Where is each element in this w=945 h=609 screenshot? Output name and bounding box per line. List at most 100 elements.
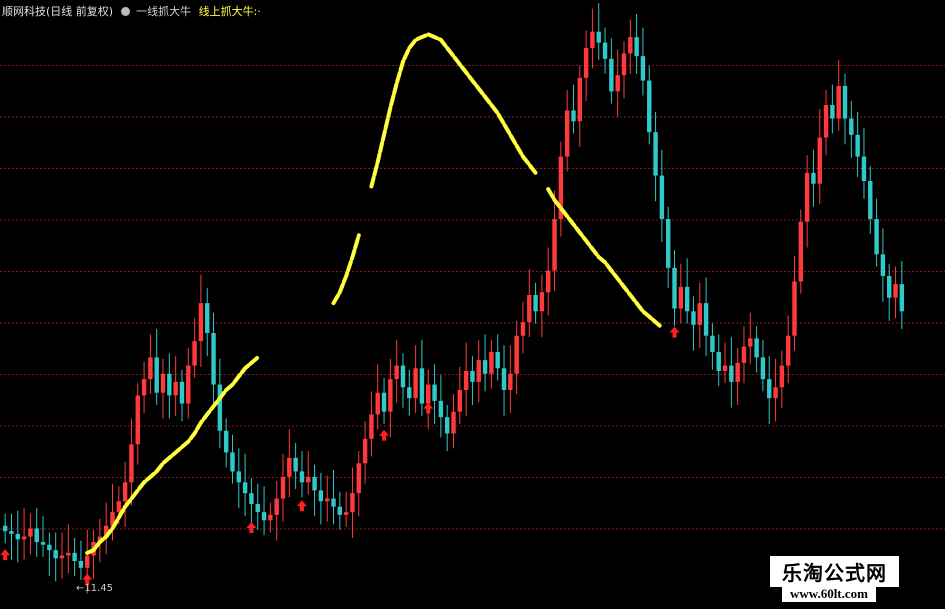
candle-body bbox=[590, 31, 595, 48]
candle-body bbox=[116, 501, 122, 513]
buy-arrow-icon bbox=[669, 326, 680, 338]
candle-body bbox=[552, 219, 557, 271]
candle-body bbox=[287, 457, 292, 477]
candle-body bbox=[501, 368, 507, 390]
candle-body bbox=[893, 284, 898, 298]
watermark-title: 乐淘公式网 bbox=[770, 556, 899, 587]
candle-body bbox=[577, 77, 583, 122]
candle-body bbox=[678, 286, 684, 309]
candle-body bbox=[388, 379, 393, 412]
buy-arrow-icon bbox=[0, 549, 11, 561]
candle-body bbox=[520, 322, 526, 336]
candle-body bbox=[640, 56, 646, 81]
candle-body bbox=[899, 284, 905, 312]
candle-body bbox=[703, 303, 709, 336]
candlestick-chart bbox=[0, 3, 945, 594]
candle-body bbox=[337, 506, 343, 515]
indicator-name[interactable]: 一线抓大牛 bbox=[136, 5, 191, 18]
candle-body bbox=[830, 105, 835, 119]
candle-body bbox=[154, 357, 159, 393]
candle-body bbox=[312, 476, 317, 491]
buy-arrow-icon bbox=[379, 429, 390, 441]
candle-body bbox=[274, 498, 279, 515]
candle-body bbox=[160, 373, 166, 393]
candle-body bbox=[722, 365, 728, 371]
candle-body bbox=[148, 357, 153, 380]
candle-body bbox=[135, 395, 140, 445]
signal-line-segment bbox=[546, 187, 664, 330]
candle-body bbox=[66, 552, 71, 556]
candle-body bbox=[476, 360, 481, 382]
candle-body bbox=[855, 134, 860, 157]
candle-body bbox=[887, 276, 892, 298]
candle-body bbox=[53, 550, 58, 559]
watermark-url: www.60lt.com bbox=[782, 586, 876, 602]
signal-label: 线上抓大牛:· bbox=[198, 5, 261, 18]
candle-body bbox=[792, 281, 797, 336]
candle-body bbox=[672, 267, 677, 309]
candle-body bbox=[47, 544, 52, 551]
candle-body bbox=[369, 414, 374, 439]
candle-body bbox=[779, 365, 785, 388]
candle-body bbox=[489, 352, 494, 374]
candle-body bbox=[324, 498, 330, 502]
candle-body bbox=[223, 430, 229, 453]
candle-body bbox=[299, 471, 305, 483]
candle-body bbox=[571, 110, 576, 122]
candle-body bbox=[533, 295, 538, 312]
candle-body bbox=[539, 292, 545, 312]
candle-body bbox=[419, 368, 425, 404]
candle-body bbox=[343, 512, 349, 515]
candle-body bbox=[21, 536, 27, 540]
candle-body bbox=[78, 561, 84, 568]
candle-body bbox=[186, 365, 191, 404]
candle-body bbox=[564, 110, 570, 157]
candle-body bbox=[609, 58, 614, 92]
candle-body bbox=[716, 352, 721, 371]
candle-body bbox=[381, 392, 387, 412]
candle-body bbox=[691, 311, 696, 325]
candle-body bbox=[659, 175, 665, 219]
signal-line-segment bbox=[331, 233, 361, 306]
buy-arrow-icon bbox=[296, 500, 307, 512]
candle-body bbox=[205, 303, 210, 333]
candle-body bbox=[514, 335, 519, 374]
candle-body bbox=[432, 384, 437, 401]
candle-body bbox=[400, 365, 406, 388]
candle-body bbox=[748, 338, 753, 347]
candle-body bbox=[634, 37, 639, 57]
candle-body bbox=[318, 490, 324, 502]
candle-body bbox=[817, 137, 822, 184]
candle-body bbox=[192, 341, 197, 366]
candle-body bbox=[868, 181, 873, 219]
candle-body bbox=[773, 387, 778, 399]
candle-body bbox=[583, 48, 589, 78]
indicator-toggle-icon[interactable] bbox=[120, 7, 130, 16]
candle-body bbox=[280, 476, 286, 499]
candle-body bbox=[198, 303, 204, 342]
candle-body bbox=[85, 555, 90, 568]
candle-body bbox=[463, 371, 469, 390]
candle-body bbox=[684, 286, 690, 312]
candle-body bbox=[217, 384, 223, 431]
stock-title: 顺网科技(日线 前复权) bbox=[2, 5, 114, 18]
candle-body bbox=[823, 105, 829, 138]
candle-body bbox=[236, 471, 242, 483]
candle-body bbox=[242, 482, 248, 494]
candle-body bbox=[836, 86, 841, 119]
candle-body bbox=[9, 531, 14, 534]
candle-body bbox=[413, 368, 418, 399]
candle-body bbox=[179, 381, 185, 404]
candle-body bbox=[798, 221, 804, 282]
candle-body bbox=[710, 335, 715, 352]
candle-body bbox=[615, 75, 620, 92]
candle-body bbox=[438, 400, 444, 418]
candle-body bbox=[482, 360, 488, 374]
candle-body bbox=[697, 303, 702, 325]
candle-body bbox=[375, 392, 380, 415]
candle-body bbox=[28, 528, 33, 537]
candle-body bbox=[470, 371, 475, 382]
candle-body bbox=[451, 411, 456, 434]
candle-body bbox=[874, 219, 879, 255]
candle-body bbox=[40, 542, 46, 545]
